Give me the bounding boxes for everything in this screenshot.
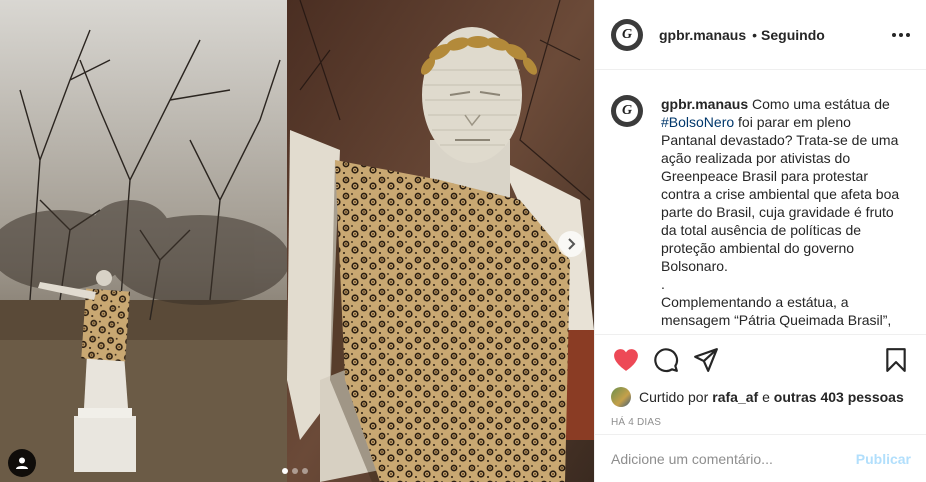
likes-count-link[interactable]: outras 403 pessoas xyxy=(774,389,904,405)
liker-avatar[interactable] xyxy=(611,387,631,407)
caption-username[interactable]: gpbr.manaus xyxy=(661,96,748,112)
post-media[interactable] xyxy=(0,0,594,482)
caption-continuation: Complementando a estátua, a mensagem “Pá… xyxy=(661,294,892,328)
like-button[interactable] xyxy=(611,345,641,375)
likes-middle: e xyxy=(758,389,774,405)
avatar-logo: G xyxy=(616,23,638,46)
likes-prefix: Curtido por xyxy=(639,389,709,405)
carousel-dot xyxy=(292,468,298,474)
heart-icon xyxy=(614,349,638,371)
bookmark-icon xyxy=(886,348,906,372)
post-actions: Curtido por rafa_af e outras 403 pessoas… xyxy=(595,334,926,433)
publish-button[interactable]: Publicar xyxy=(856,451,911,467)
post-timestamp[interactable]: HÁ 4 DIAS xyxy=(595,409,926,433)
carousel-dot xyxy=(302,468,308,474)
action-bar xyxy=(595,335,926,385)
avatar-logo: G xyxy=(616,100,638,122)
user-tag-button[interactable] xyxy=(8,449,36,477)
caption-body-1: Como uma estátua de xyxy=(748,96,890,112)
share-button[interactable] xyxy=(691,345,721,375)
caption-text: gpbr.manaus Como uma estátua de #BolsoNe… xyxy=(661,95,907,334)
avatar[interactable]: G xyxy=(611,95,643,127)
avatar-letter: G xyxy=(621,26,633,42)
username-link[interactable]: gpbr.manaus xyxy=(659,27,746,43)
caption: G gpbr.manaus Como uma estátua de #Bolso… xyxy=(595,71,926,334)
follow-button[interactable]: Seguindo xyxy=(761,27,825,43)
caption-body-2: foi parar em pleno Pantanal devastado? T… xyxy=(661,114,900,274)
chevron-right-icon xyxy=(568,238,576,250)
carousel-indicator xyxy=(282,468,308,474)
carousel-dot xyxy=(282,468,288,474)
caption-dot: . xyxy=(661,276,665,292)
comment-input[interactable] xyxy=(611,450,856,467)
avatar-letter: G xyxy=(621,103,633,118)
comment-form: Publicar xyxy=(595,434,926,482)
share-icon xyxy=(694,348,718,372)
comment-button[interactable] xyxy=(651,345,681,375)
liker-username[interactable]: rafa_af xyxy=(712,389,758,405)
post-side-panel: G gpbr.manaus • Seguindo G gpbr.manaus C… xyxy=(594,0,926,482)
hashtag-link[interactable]: #BolsoNero xyxy=(661,114,734,130)
likes-summary: Curtido por rafa_af e outras 403 pessoas xyxy=(595,385,926,409)
save-button[interactable] xyxy=(881,345,911,375)
post-photo xyxy=(0,0,594,482)
post-header: G gpbr.manaus • Seguindo xyxy=(595,0,926,70)
comment-icon xyxy=(654,348,679,373)
avatar[interactable]: G xyxy=(611,18,643,51)
separator: • xyxy=(752,26,758,43)
carousel-next-button[interactable] xyxy=(558,231,584,257)
more-icon[interactable] xyxy=(886,27,910,43)
user-tag-icon xyxy=(16,457,28,469)
